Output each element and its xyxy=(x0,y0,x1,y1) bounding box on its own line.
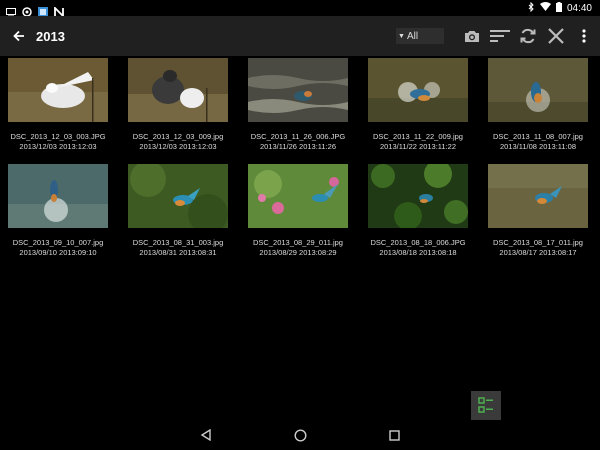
photo-filename: DSC_2013_09_10_007.jpg xyxy=(12,238,104,247)
photo-item[interactable]: DSC_2013_08_18_006.JPG 2013/08/18 2013:0… xyxy=(368,164,468,258)
nav-back-button[interactable] xyxy=(191,420,221,450)
wifi-icon xyxy=(539,2,551,14)
sort-icon xyxy=(490,30,510,42)
battery-icon xyxy=(555,1,562,15)
photo-thumbnail xyxy=(8,58,108,122)
photo-item[interactable]: DSC_2013_08_29_011.jpg 2013/08/29 2013:0… xyxy=(248,164,348,258)
photo-date: 2013/12/03 2013:12:03 xyxy=(19,142,97,151)
photo-item[interactable]: DSC_2013_08_17_011.jpg 2013/08/17 2013:0… xyxy=(488,164,588,258)
triangle-back-icon xyxy=(200,429,211,441)
n-notification-icon xyxy=(54,4,64,18)
app-notification-icon xyxy=(38,4,48,17)
photo-date: 2013/11/22 2013:11:22 xyxy=(379,142,457,151)
filter-value: All xyxy=(406,30,419,42)
bluetooth-icon xyxy=(528,1,535,15)
photo-item[interactable]: DSC_2013_11_22_009.jpg 2013/11/22 2013:1… xyxy=(368,58,468,152)
photo-thumbnail xyxy=(248,164,348,228)
refresh-icon xyxy=(520,28,536,44)
camera-button[interactable] xyxy=(458,22,486,50)
circle-home-icon xyxy=(293,428,307,442)
photo-thumbnail xyxy=(368,164,468,228)
photo-thumbnail xyxy=(488,58,588,122)
grid-list-icon xyxy=(478,396,493,413)
photo-filename: DSC_2013_08_18_006.JPG xyxy=(370,238,466,247)
camera-icon xyxy=(465,30,479,42)
photo-item[interactable]: DSC_2013_11_26_006.JPG 2013/11/26 2013:1… xyxy=(248,58,348,152)
navigation-bar xyxy=(0,420,600,450)
photo-date: 2013/11/08 2013:11:08 xyxy=(499,142,577,151)
photo-date: 2013/11/26 2013:11:26 xyxy=(259,142,337,151)
clock-time: 04:40 xyxy=(566,2,592,14)
photo-date: 2013/08/29 2013:08:29 xyxy=(259,248,337,257)
view-toggle-button[interactable] xyxy=(471,391,501,420)
photo-date: 2013/12/03 2013:12:03 xyxy=(139,142,217,151)
status-bar: 04:40 xyxy=(0,0,600,18)
photo-date: 2013/08/17 2013:08:17 xyxy=(499,248,577,257)
photo-thumbnail xyxy=(488,164,588,228)
square-recents-icon xyxy=(388,429,400,441)
nav-recents-button[interactable] xyxy=(379,420,409,450)
photo-filename: DSC_2013_11_26_006.JPG xyxy=(250,132,346,141)
photo-filename: DSC_2013_12_03_003.JPG xyxy=(10,132,106,141)
back-button[interactable] xyxy=(6,23,32,49)
photo-date: 2013/09/10 2013:09:10 xyxy=(19,248,97,257)
overflow-menu-button[interactable] xyxy=(570,22,598,50)
filter-dropdown[interactable]: ▼ All xyxy=(396,28,444,44)
sync-notification-icon xyxy=(22,4,32,17)
more-vertical-icon xyxy=(582,29,586,43)
nav-home-button[interactable] xyxy=(285,420,315,450)
close-icon xyxy=(548,28,564,44)
photo-filename: DSC_2013_11_08_007.jpg xyxy=(493,132,583,141)
photo-filename: DSC_2013_08_29_011.jpg xyxy=(253,238,343,247)
photo-filename: DSC_2013_11_22_009.jpg xyxy=(373,132,463,141)
screen-notification-icon xyxy=(6,4,16,16)
photo-item[interactable]: DSC_2013_11_08_007.jpg 2013/11/08 2013:1… xyxy=(488,58,588,152)
sort-button[interactable] xyxy=(486,22,514,50)
photo-date: 2013/08/31 2013:08:31 xyxy=(139,248,217,257)
photo-item[interactable]: DSC_2013_12_03_009.jpg 2013/12/03 2013:1… xyxy=(128,58,228,152)
photo-item[interactable]: DSC_2013_08_31_003.jpg 2013/08/31 2013:0… xyxy=(128,164,228,258)
photo-thumbnail xyxy=(128,164,228,228)
photo-date: 2013/08/18 2013:08:18 xyxy=(379,248,457,257)
photo-item[interactable]: DSC_2013_12_03_003.JPG 2013/12/03 2013:1… xyxy=(8,58,108,152)
photo-thumbnail xyxy=(248,58,348,122)
photo-thumbnail xyxy=(368,58,468,122)
photo-filename: DSC_2013_12_03_009.jpg xyxy=(132,132,224,141)
page-title: 2013 xyxy=(36,28,65,44)
toolbar: 2013 ▼ All xyxy=(0,16,600,56)
refresh-button[interactable] xyxy=(514,22,542,50)
photo-filename: DSC_2013_08_31_003.jpg xyxy=(132,238,224,247)
photo-filename: DSC_2013_08_17_011.jpg xyxy=(493,238,583,247)
caret-down-icon: ▼ xyxy=(398,32,405,40)
photo-thumbnail xyxy=(128,58,228,122)
photo-item[interactable]: DSC_2013_09_10_007.jpg 2013/09/10 2013:0… xyxy=(8,164,108,258)
photo-thumbnail xyxy=(8,164,108,228)
arrow-left-icon xyxy=(13,30,24,42)
close-button[interactable] xyxy=(542,22,570,50)
